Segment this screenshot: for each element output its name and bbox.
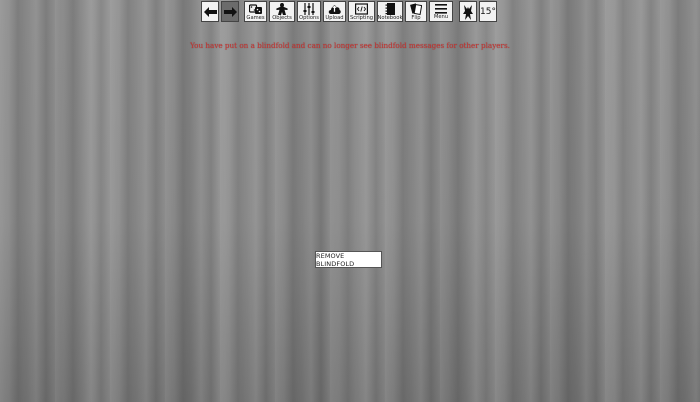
flip-label: Flip [411,15,421,21]
menu-button[interactable]: Menu [429,1,453,22]
games-label: Games [246,15,265,21]
upload-icon [328,4,341,14]
notebook-icon [385,3,395,15]
back-button[interactable] [201,1,219,22]
code-icon [355,3,368,15]
grab-hand-icon [463,4,473,20]
notebook-label: Notebook [377,15,403,21]
scripting-label: Scripting [349,15,374,21]
menu-label: Menu [433,14,449,20]
rotation-snap-button[interactable]: 15° [479,1,497,22]
objects-button[interactable]: Objects [269,1,295,22]
objects-label: Objects [272,15,292,21]
upload-label: Upload [325,15,344,21]
arrow-left-icon [203,7,217,17]
upload-button[interactable]: Upload [323,1,346,22]
dice-icon [248,4,262,14]
hamburger-menu-icon [435,4,447,14]
forward-button[interactable] [221,1,239,22]
options-button[interactable]: Options [297,1,321,22]
meeple-icon [276,3,288,15]
flip-button[interactable]: Flip [405,1,427,22]
sliders-icon [303,3,315,15]
remove-blindfold-button[interactable]: REMOVE BLINDFOLD [315,251,382,268]
games-button[interactable]: Games [244,1,267,22]
rotation-value: 15° [480,6,496,17]
options-label: Options [298,15,319,21]
blindfold-message: You have put on a blindfold and can no l… [190,41,510,50]
scripting-button[interactable]: Scripting [348,1,375,22]
pointer-mode-button[interactable] [459,1,477,22]
flip-card-icon [410,3,422,15]
arrow-right-icon [223,7,237,17]
notebook-button[interactable]: Notebook [377,1,403,22]
